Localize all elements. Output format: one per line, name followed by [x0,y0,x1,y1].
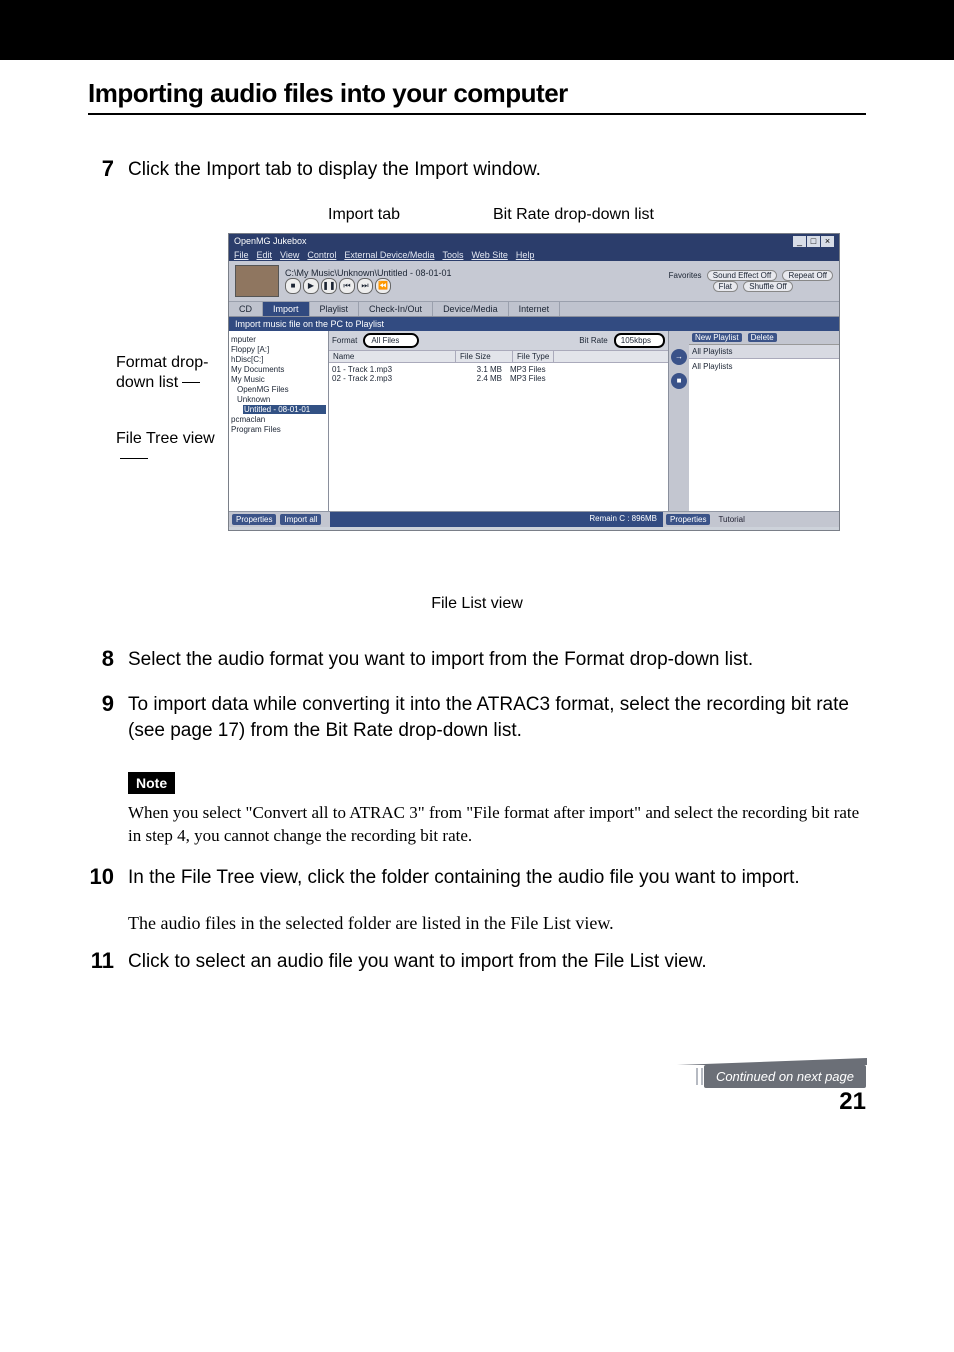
delete-button[interactable]: Delete [748,333,777,342]
action-column[interactable]: → ■ [669,331,689,511]
step-8-number: 8 [88,647,114,673]
step-10-sub: The audio files in the selected folder a… [128,911,866,935]
album-art [235,265,279,297]
favorites-label: Favorites [669,271,702,280]
new-playlist-button[interactable]: New Playlist [692,333,742,342]
tab-playlist: Playlist [310,302,360,316]
prev-icon: ⏮ [339,278,355,294]
app-title: OpenMG Jukebox [234,236,307,246]
file-list-panel: Format All Files Bit Rate 105kbps NameFi… [329,331,669,511]
instruction-bar: Import music file on the PC to Playlist [229,317,839,331]
titlebar: OpenMG Jukebox _□× [229,234,839,249]
repeat-dd[interactable]: Repeat Off [782,270,833,281]
menu-bar[interactable]: FileEditViewControlExternal Device/Media… [229,249,839,261]
note-badge: Note [128,772,175,794]
bitrate-dropdown[interactable]: 105kbps [614,333,665,348]
toolbar: C:\My Music\Unknown\Untitled - 08-01-01 … [229,261,839,302]
flat-dd[interactable]: Flat [713,281,738,292]
step-11-number: 11 [88,949,114,975]
shuffle-dd[interactable]: Shuffle Off [743,281,793,292]
close-icon: × [821,236,834,247]
import-button: → [671,349,687,365]
tab-import: Import [263,302,310,316]
label-filelist: File List view [88,595,866,613]
main-tabs[interactable]: CD Import Playlist Check-In/Out Device/M… [229,302,839,317]
step-10-number: 10 [88,865,114,891]
tab-checkinout: Check-In/Out [359,302,433,316]
playlist-tree[interactable]: All Playlists [689,359,839,374]
step-9-number: 9 [88,692,114,743]
maximize-icon: □ [807,236,820,247]
continued-banner: Continued on next page [704,1065,866,1088]
path-display: C:\My Music\Unknown\Untitled - 08-01-01 [285,268,452,278]
label-import-tab: Import tab [328,205,400,225]
step-9-text: To import data while converting it into … [128,692,866,743]
disk-remain: Remain C : 896MB [330,512,663,527]
window-controls[interactable]: _□× [792,236,834,247]
step-11-text: Click to select an audio file you want t… [128,949,866,975]
transport-controls[interactable]: ■▶❚❚⏮⏭⏪ [285,278,452,294]
column-headers[interactable]: NameFile SizeFile Type [329,351,668,363]
pause-icon: ❚❚ [321,278,337,294]
file-list[interactable]: 01 - Track 1.mp33.1 MBMP3 Files 02 - Tra… [329,363,668,385]
format-dropdown[interactable]: All Files [363,333,419,348]
label-filetree: File Tree view [116,429,216,469]
step-8-text: Select the audio format you want to impo… [128,647,866,673]
file-tree[interactable]: mputerFloppy [A:]hDisc[C:]My DocumentsMy… [229,331,329,511]
tutorial-label: Tutorial [714,514,748,525]
properties-button-2[interactable]: Properties [666,514,710,525]
label-format-dd: Format drop-down list [116,353,216,393]
step-10-text: In the File Tree view, click the folder … [128,865,866,891]
minimize-icon: _ [793,236,806,247]
status-footer: Properties Import all Remain C : 896MB Pr… [229,511,839,527]
import-all-button[interactable]: Import all [280,514,321,525]
stop-icon: ■ [285,278,301,294]
title-rule [88,113,866,115]
label-bitrate-dd: Bit Rate drop-down list [493,205,654,225]
step-7-number: 7 [88,157,114,183]
top-black-bar [0,0,954,60]
play-icon: ▶ [303,278,319,294]
tab-cd: CD [229,302,263,316]
list-item: 01 - Track 1.mp33.1 MBMP3 Files [332,365,665,374]
list-item: 02 - Track 2.mp32.4 MBMP3 Files [332,374,665,383]
screenshot-figure: Import tab Bit Rate drop-down list Forma… [88,203,866,583]
step-7-text: Click the Import tab to display the Impo… [128,157,866,183]
page-title: Importing audio files into your computer [88,78,866,109]
note-text: When you select "Convert all to ATRAC 3"… [128,802,866,848]
sfx-dd[interactable]: Sound Effect Off [707,270,777,281]
stop-button: ■ [671,373,687,389]
format-label: Format [332,336,357,345]
properties-button[interactable]: Properties [232,514,276,525]
tab-device: Device/Media [433,302,509,316]
next-icon: ⏭ [357,278,373,294]
playlist-panel: New Playlist Delete All Playlists All Pla… [689,331,839,511]
playlist-header[interactable]: All Playlists [689,345,839,359]
app-window: OpenMG Jukebox _□× FileEditViewControlEx… [228,233,840,531]
tab-internet: Internet [509,302,561,316]
rew-icon: ⏪ [375,278,391,294]
bitrate-label: Bit Rate [579,336,607,345]
page-number: 21 [88,1088,866,1116]
